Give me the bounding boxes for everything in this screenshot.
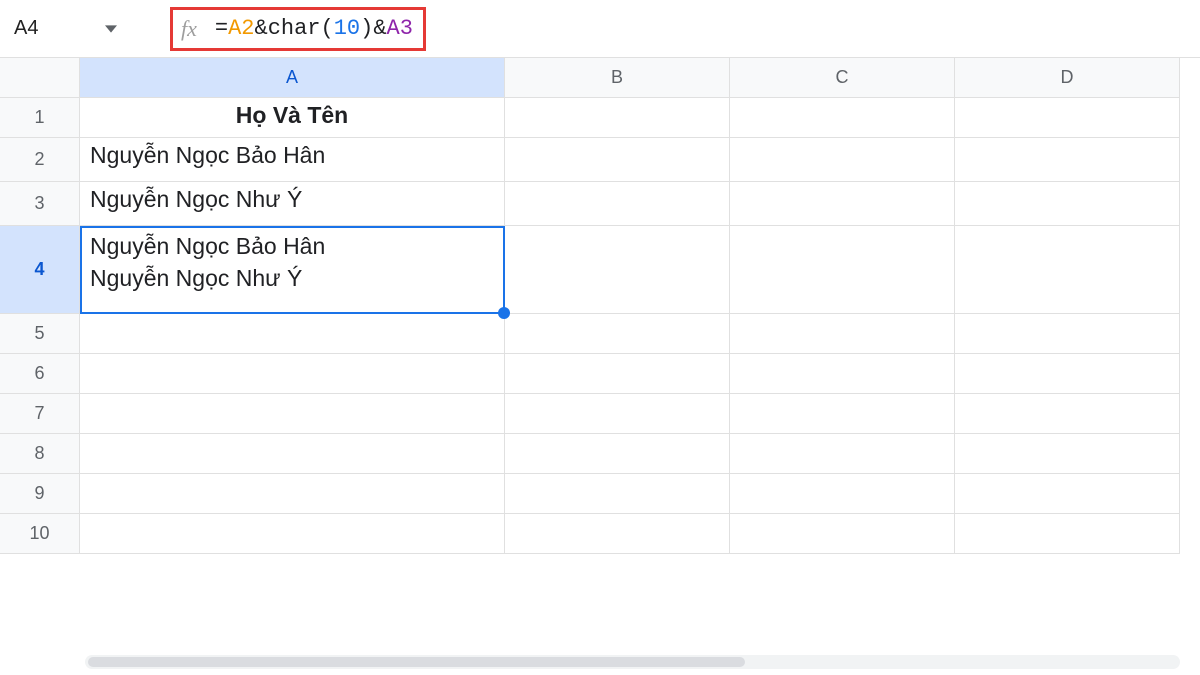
cell-d5[interactable] — [955, 314, 1180, 354]
cell-d6[interactable] — [955, 354, 1180, 394]
row-header-6[interactable]: 6 — [0, 354, 80, 394]
cell-c2[interactable] — [730, 138, 955, 182]
cell-d3[interactable] — [955, 182, 1180, 226]
row-header-1[interactable]: 1 — [0, 98, 80, 138]
formula-token-amp: & — [255, 16, 268, 41]
cell-c9[interactable] — [730, 474, 955, 514]
cell-a6[interactable] — [80, 354, 505, 394]
cell-a2[interactable]: Nguyễn Ngọc Bảo Hân — [80, 138, 505, 182]
row-header-7[interactable]: 7 — [0, 394, 80, 434]
spreadsheet-grid: A B C D 1 2 3 4 5 6 7 8 9 10 Họ Và Tên — [0, 58, 1200, 554]
cell-a4[interactable]: Nguyễn Ngọc Bảo Hân Nguyễn Ngọc Như Ý — [80, 226, 505, 314]
column-header-c[interactable]: C — [730, 58, 955, 98]
formula-token-eq: = — [215, 16, 228, 41]
cell-a3[interactable]: Nguyễn Ngọc Như Ý — [80, 182, 505, 226]
cell-a9[interactable] — [80, 474, 505, 514]
cell-reference: A4 — [14, 17, 38, 40]
cell-c6[interactable] — [730, 354, 955, 394]
cell-b5[interactable] — [505, 314, 730, 354]
column-headers-row: A B C D — [0, 58, 1180, 98]
column-header-d[interactable]: D — [955, 58, 1180, 98]
cell-c10[interactable] — [730, 514, 955, 554]
column-header-a[interactable]: A — [80, 58, 505, 98]
cell-b6[interactable] — [505, 354, 730, 394]
cell-d10[interactable] — [955, 514, 1180, 554]
cell-c7[interactable] — [730, 394, 955, 434]
formula-token-amp: & — [373, 16, 386, 41]
row-headers-column: 1 2 3 4 5 6 7 8 9 10 — [0, 98, 80, 554]
cell-d7[interactable] — [955, 394, 1180, 434]
cell-b9[interactable] — [505, 474, 730, 514]
formula-token-num: 10 — [334, 16, 360, 41]
cell-b2[interactable] — [505, 138, 730, 182]
cell-b7[interactable] — [505, 394, 730, 434]
horizontal-scrollbar[interactable] — [85, 655, 1180, 669]
cell-a7[interactable] — [80, 394, 505, 434]
cell-c8[interactable] — [730, 434, 955, 474]
cell-d4[interactable] — [955, 226, 1180, 314]
chevron-down-icon[interactable] — [102, 20, 120, 38]
row-header-8[interactable]: 8 — [0, 434, 80, 474]
cell-b1[interactable] — [505, 98, 730, 138]
formula-token-ref-a2: A2 — [228, 16, 254, 41]
formula-bar: A4 fx =A2&char(10)&A3 — [0, 0, 1200, 58]
cells-area: Họ Và Tên Nguyễn Ngọc Bảo Hân Nguyễn Ngọ… — [80, 98, 1180, 554]
cell-a8[interactable] — [80, 434, 505, 474]
formula-token-func: char — [268, 16, 321, 41]
row-header-3[interactable]: 3 — [0, 182, 80, 226]
formula-token-ref-a3: A3 — [387, 16, 413, 41]
cell-a4-line1: Nguyễn Ngọc Bảo Hân — [90, 233, 325, 259]
fx-icon: fx — [181, 16, 197, 42]
cell-a4-line2: Nguyễn Ngọc Như Ý — [90, 265, 302, 291]
cell-b4[interactable] — [505, 226, 730, 314]
cell-b10[interactable] — [505, 514, 730, 554]
row-header-4[interactable]: 4 — [0, 226, 80, 314]
cell-d8[interactable] — [955, 434, 1180, 474]
cell-b8[interactable] — [505, 434, 730, 474]
cell-c1[interactable] — [730, 98, 955, 138]
cell-a5[interactable] — [80, 314, 505, 354]
row-header-2[interactable]: 2 — [0, 138, 80, 182]
cell-d1[interactable] — [955, 98, 1180, 138]
cell-c4[interactable] — [730, 226, 955, 314]
name-box[interactable]: A4 — [10, 17, 130, 40]
cell-c3[interactable] — [730, 182, 955, 226]
cell-b3[interactable] — [505, 182, 730, 226]
cell-d9[interactable] — [955, 474, 1180, 514]
row-header-9[interactable]: 9 — [0, 474, 80, 514]
select-all-corner[interactable] — [0, 58, 80, 98]
cell-d2[interactable] — [955, 138, 1180, 182]
cell-a1[interactable]: Họ Và Tên — [80, 98, 505, 138]
formula-input[interactable]: =A2&char(10)&A3 — [215, 16, 413, 41]
cell-a10[interactable] — [80, 514, 505, 554]
cell-c5[interactable] — [730, 314, 955, 354]
row-header-5[interactable]: 5 — [0, 314, 80, 354]
formula-token-rparen: ) — [360, 16, 373, 41]
row-header-10[interactable]: 10 — [0, 514, 80, 554]
column-header-b[interactable]: B — [505, 58, 730, 98]
formula-input-container: fx =A2&char(10)&A3 — [170, 7, 426, 51]
horizontal-scrollbar-thumb[interactable] — [88, 657, 745, 667]
formula-token-lparen: ( — [321, 16, 334, 41]
